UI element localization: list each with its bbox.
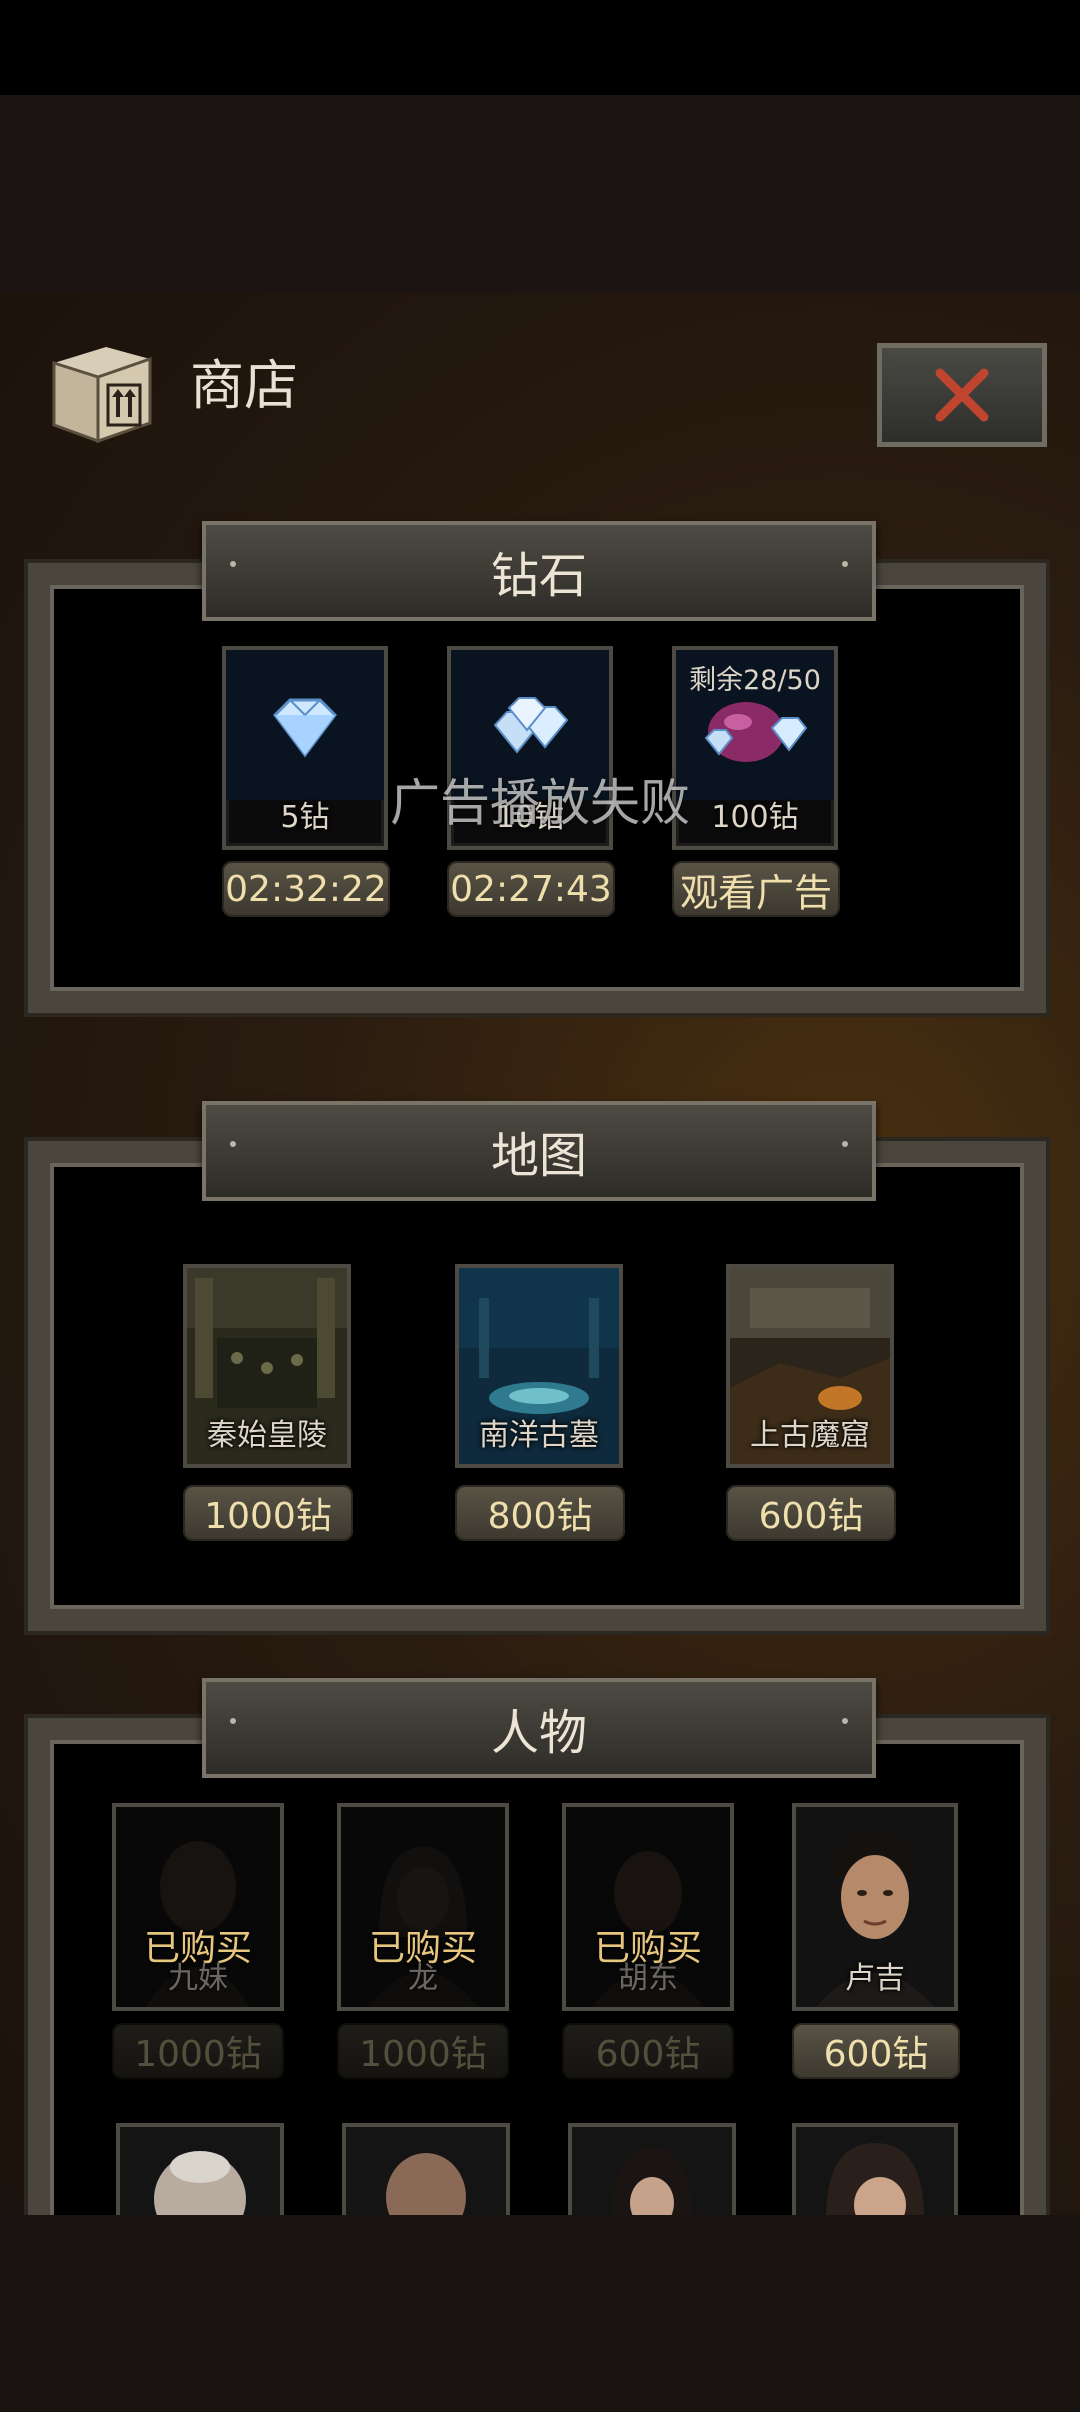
character-price: 1000钻: [337, 2023, 509, 2079]
character-name: 九妹: [168, 1961, 228, 1996]
character-portrait: [346, 2127, 506, 2215]
map-price-button[interactable]: 600钻: [726, 1485, 896, 1541]
character-price: 600钻: [562, 2023, 734, 2079]
close-button[interactable]: [877, 343, 1047, 447]
diamond-section-title: 钻石: [202, 521, 876, 621]
map-item-nanyang[interactable]: 南洋古墓: [455, 1264, 623, 1468]
character-portrait: [796, 2127, 954, 2215]
watch-ad-button[interactable]: 观看广告: [672, 861, 840, 917]
diamond-timer-button[interactable]: 02:32:22: [222, 861, 390, 917]
map-section-title: 地图: [202, 1101, 876, 1201]
character-section-title: 人物: [202, 1678, 876, 1778]
character-price: 1000钻: [112, 2023, 284, 2079]
toast-message: 广告播放失败: [390, 774, 690, 832]
character-item-luji[interactable]: 卢吉: [792, 1803, 958, 2011]
status-bar: [0, 0, 1080, 95]
character-price-button[interactable]: 600钻: [792, 2023, 960, 2079]
map-item-label: 秦始皇陵: [207, 1418, 327, 1453]
shop-modal: 商店 钻石 5钻 02:32:22 10钻 02:27:43 剩余28/50 1…: [0, 293, 1080, 2215]
character-item-long[interactable]: 已购买 龙: [337, 1803, 509, 2011]
character-name: 龙: [408, 1961, 438, 1996]
character-item-row2-3[interactable]: [568, 2123, 736, 2215]
top-backdrop: [0, 95, 1080, 293]
map-item-shanggu[interactable]: 上古魔窟: [726, 1264, 894, 1468]
diamond-timer-button[interactable]: 02:27:43: [447, 861, 615, 917]
character-item-row2-4[interactable]: [792, 2123, 958, 2215]
shop-box-icon: [52, 347, 152, 444]
character-name: 卢吉: [845, 1961, 905, 1996]
character-portrait: [572, 2127, 732, 2215]
character-item-row2-1[interactable]: [116, 2123, 284, 2215]
character-item-row2-2[interactable]: [342, 2123, 510, 2215]
map-item-qin[interactable]: 秦始皇陵: [183, 1264, 351, 1468]
character-name: 胡东: [618, 1961, 678, 1996]
shop-title: 商店: [190, 354, 298, 417]
bottom-area: [0, 2215, 1080, 2412]
remaining-count: 剩余28/50: [689, 665, 821, 696]
character-item-hudong[interactable]: 已购买 胡东: [562, 1803, 734, 2011]
character-portrait: [120, 2127, 280, 2215]
map-price-button[interactable]: 1000钻: [183, 1485, 353, 1541]
map-item-label: 南洋古墓: [479, 1418, 599, 1453]
close-icon: [935, 368, 989, 422]
map-price-button[interactable]: 800钻: [455, 1485, 625, 1541]
character-item-jiumei[interactable]: 已购买 九妹: [112, 1803, 284, 2011]
map-item-label: 上古魔窟: [750, 1418, 870, 1453]
